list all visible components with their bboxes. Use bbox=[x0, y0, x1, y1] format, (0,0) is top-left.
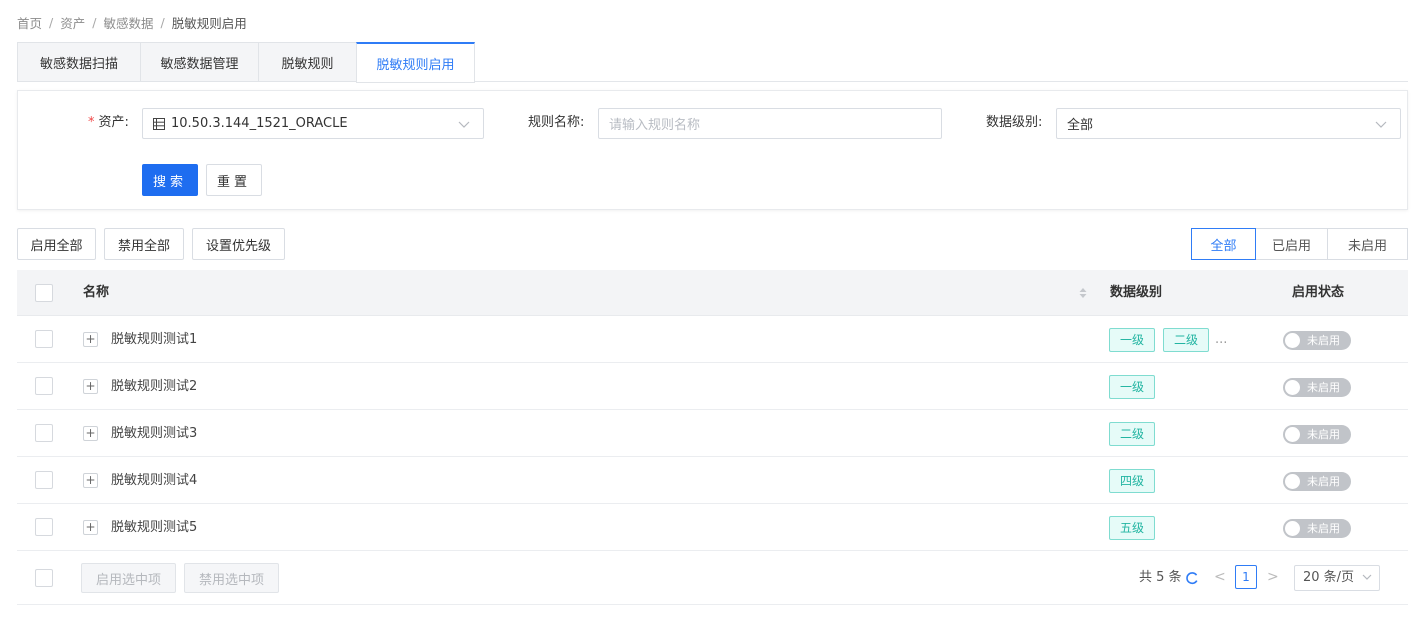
page-number[interactable]: 1 bbox=[1235, 565, 1257, 589]
level-tag: 四级 bbox=[1109, 469, 1156, 493]
rule-name-label: 规则名称: bbox=[528, 115, 585, 130]
breadcrumb: 首页 / 资产 / 敏感数据 / 脱敏规则启用 bbox=[17, 12, 247, 32]
asset-label: * 资产: bbox=[88, 115, 129, 130]
table-footer: 启用选中项 禁用选中项 共 5 条 < 1 > 20 条/页 bbox=[17, 551, 1408, 605]
disable-all-button[interactable]: 禁用全部 bbox=[104, 228, 184, 260]
toggle-label: 未启用 bbox=[1307, 522, 1340, 535]
chevron-down-icon bbox=[1375, 121, 1387, 128]
more-levels[interactable]: ... bbox=[1215, 328, 1227, 352]
level-tag: 二级 bbox=[1163, 328, 1210, 352]
column-header-level: 数据级别 bbox=[1110, 285, 1163, 300]
expand-icon[interactable]: + bbox=[83, 473, 98, 488]
asset-select-value: 10.50.3.144_1521_ORACLE bbox=[171, 116, 348, 131]
breadcrumb-assets[interactable]: 资产 bbox=[60, 13, 85, 32]
set-priority-button[interactable]: 设置优先级 bbox=[192, 228, 285, 260]
rules-table: 名称 数据级别 启用状态 + 脱敏规则测试1 一级 二级 ... 未启用 + 脱… bbox=[17, 270, 1408, 605]
tab-masking-rules-enable[interactable]: 脱敏规则启用 bbox=[356, 42, 475, 83]
breadcrumb-separator: / bbox=[160, 14, 165, 30]
breadcrumb-home[interactable]: 首页 bbox=[17, 13, 42, 32]
table-row: + 脱敏规则测试1 一级 二级 ... 未启用 bbox=[17, 316, 1408, 363]
table-row: + 脱敏规则测试5 五级 未启用 bbox=[17, 504, 1408, 551]
enable-selected-button[interactable]: 启用选中项 bbox=[81, 563, 176, 593]
chevron-down-icon bbox=[1362, 574, 1372, 580]
search-button[interactable]: 搜索 bbox=[142, 164, 198, 196]
expand-icon[interactable]: + bbox=[83, 520, 98, 535]
data-level-select[interactable]: 全部 bbox=[1056, 108, 1401, 139]
rule-name: 脱敏规则测试5 bbox=[111, 520, 198, 535]
tab-bar: 敏感数据扫描 敏感数据管理 脱敏规则 脱敏规则启用 bbox=[17, 42, 1408, 83]
enable-toggle[interactable]: 未启用 bbox=[1283, 378, 1351, 397]
expand-icon[interactable]: + bbox=[83, 332, 98, 347]
enable-toggle[interactable]: 未启用 bbox=[1283, 519, 1351, 538]
rule-name: 脱敏规则测试2 bbox=[111, 379, 198, 394]
status-filter-all[interactable]: 全部 bbox=[1191, 228, 1256, 260]
enable-toggle[interactable]: 未启用 bbox=[1283, 331, 1351, 350]
table-row: + 脱敏规则测试2 一级 未启用 bbox=[17, 363, 1408, 410]
page-size-select[interactable]: 20 条/页 bbox=[1294, 565, 1380, 591]
rule-name-placeholder: 请输入规则名称 bbox=[609, 118, 701, 133]
data-level-value: 全部 bbox=[1067, 118, 1094, 133]
expand-icon[interactable]: + bbox=[83, 426, 98, 441]
tab-masking-rules[interactable]: 脱敏规则 bbox=[258, 42, 356, 82]
rule-name: 脱敏规则测试1 bbox=[111, 332, 198, 347]
rule-name: 脱敏规则测试3 bbox=[111, 426, 198, 441]
expand-icon[interactable]: + bbox=[83, 379, 98, 394]
breadcrumb-separator: / bbox=[49, 14, 54, 30]
toggle-knob bbox=[1285, 333, 1300, 348]
tab-sensitive-manage[interactable]: 敏感数据管理 bbox=[140, 42, 258, 82]
level-tag: 五级 bbox=[1109, 516, 1156, 540]
required-mark: * bbox=[88, 115, 95, 130]
disable-selected-button[interactable]: 禁用选中项 bbox=[184, 563, 279, 593]
tab-sensitive-scan[interactable]: 敏感数据扫描 bbox=[17, 42, 140, 82]
toggle-label: 未启用 bbox=[1307, 428, 1340, 441]
refresh-icon[interactable] bbox=[1185, 571, 1199, 585]
table-header: 名称 数据级别 启用状态 bbox=[17, 270, 1408, 316]
row-checkbox[interactable] bbox=[35, 377, 53, 395]
filter-panel: * 资产: 10.50.3.144_1521_ORACLE 规则名称: 请输入规则… bbox=[17, 90, 1408, 210]
table-row: + 脱敏规则测试4 四级 未启用 bbox=[17, 457, 1408, 504]
toggle-knob bbox=[1285, 474, 1300, 489]
enable-toggle[interactable]: 未启用 bbox=[1283, 425, 1351, 444]
page-size-value: 20 条/页 bbox=[1303, 570, 1355, 585]
breadcrumb-current: 脱敏规则启用 bbox=[171, 15, 247, 31]
enable-all-button[interactable]: 启用全部 bbox=[17, 228, 96, 260]
breadcrumb-sensitive-data[interactable]: 敏感数据 bbox=[103, 13, 153, 32]
reset-button[interactable]: 重置 bbox=[206, 164, 262, 196]
prev-page-button[interactable]: < bbox=[1214, 569, 1226, 585]
row-checkbox[interactable] bbox=[35, 518, 53, 536]
database-icon bbox=[153, 117, 165, 130]
next-page-button[interactable]: > bbox=[1267, 569, 1279, 585]
row-checkbox[interactable] bbox=[35, 424, 53, 442]
toggle-knob bbox=[1285, 380, 1300, 395]
row-checkbox[interactable] bbox=[35, 471, 53, 489]
toggle-label: 未启用 bbox=[1307, 381, 1340, 394]
rule-name-input[interactable]: 请输入规则名称 bbox=[598, 108, 942, 139]
level-tag: 二级 bbox=[1109, 422, 1156, 446]
chevron-down-icon bbox=[458, 121, 470, 128]
level-tag: 一级 bbox=[1109, 375, 1156, 399]
rule-name: 脱敏规则测试4 bbox=[111, 473, 198, 488]
table-row: + 脱敏规则测试3 二级 未启用 bbox=[17, 410, 1408, 457]
total-count: 共 5 条 bbox=[1139, 570, 1182, 585]
data-level-label: 数据级别: bbox=[986, 115, 1043, 130]
toggle-label: 未启用 bbox=[1307, 334, 1340, 347]
status-filter: 全部 已启用 未启用 bbox=[1191, 228, 1408, 260]
sort-icon[interactable] bbox=[1078, 285, 1088, 301]
toggle-label: 未启用 bbox=[1307, 475, 1340, 488]
toggle-knob bbox=[1285, 427, 1300, 442]
row-checkbox[interactable] bbox=[35, 330, 53, 348]
footer-select-all-checkbox[interactable] bbox=[35, 569, 53, 587]
toggle-knob bbox=[1285, 521, 1300, 536]
enable-toggle[interactable]: 未启用 bbox=[1283, 472, 1351, 491]
select-all-checkbox[interactable] bbox=[35, 284, 53, 302]
column-header-status: 启用状态 bbox=[1292, 285, 1345, 300]
breadcrumb-separator: / bbox=[92, 14, 97, 30]
status-filter-enabled[interactable]: 已启用 bbox=[1255, 228, 1328, 260]
asset-select[interactable]: 10.50.3.144_1521_ORACLE bbox=[142, 108, 484, 139]
status-filter-disabled[interactable]: 未启用 bbox=[1327, 228, 1408, 260]
level-tag: 一级 bbox=[1109, 328, 1156, 352]
column-header-name: 名称 bbox=[83, 285, 110, 300]
